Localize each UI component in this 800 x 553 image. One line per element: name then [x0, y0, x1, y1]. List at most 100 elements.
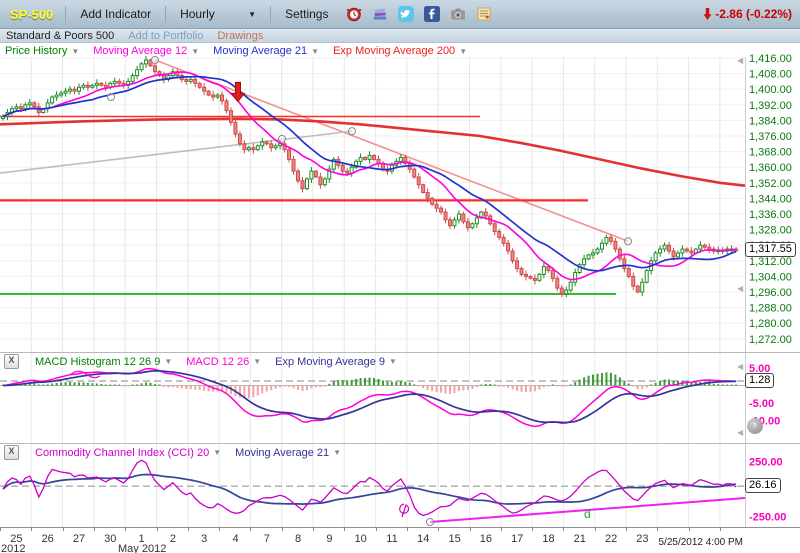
- legend-macd[interactable]: MACD 12 26▼: [186, 356, 261, 368]
- date-label: 23: [631, 533, 653, 545]
- toolbar-icons: [346, 6, 492, 22]
- chevron-down-icon: ▼: [333, 448, 341, 457]
- price-axis-label: 1,376.00: [749, 131, 792, 143]
- pane-splitter-icon[interactable]: ◀: [737, 284, 743, 293]
- chevron-down-icon: ▼: [311, 47, 319, 56]
- chevron-down-icon: ▼: [71, 47, 79, 56]
- add-to-portfolio-link[interactable]: Add to Portfolio: [128, 30, 203, 42]
- time-axis[interactable]: 2012 May 2012 5/25/2012 4:00 PM 25262730…: [0, 527, 800, 553]
- axis-tick: [376, 528, 377, 531]
- legend-cci[interactable]: Commodity Channel Index (CCI) 20▼: [35, 447, 221, 459]
- scroll-right-button[interactable]: ›: [747, 418, 763, 434]
- price-axis-label: 1,328.00: [749, 225, 792, 237]
- chevron-down-icon: ▼: [191, 47, 199, 56]
- axis-tick: [125, 528, 126, 531]
- axis-tick: [470, 528, 471, 531]
- price-axis-label: 1,408.00: [749, 69, 792, 81]
- library-icon[interactable]: [372, 6, 388, 22]
- price-axis-label: 1,392.00: [749, 100, 792, 112]
- axis-tick: [657, 528, 658, 531]
- charting-app: SP-500 Add Indicator Hourly ▼ Settings: [0, 0, 800, 553]
- cci-axis-label: 250.00: [749, 457, 783, 469]
- price-axis-label: 1,296.00: [749, 287, 792, 299]
- axis-tick: [407, 528, 408, 531]
- divider: [270, 6, 271, 22]
- drawing-handle: [108, 94, 115, 101]
- twitter-icon[interactable]: [398, 6, 414, 22]
- date-label: 4: [225, 533, 247, 545]
- axis-tick: [219, 528, 220, 531]
- axis-tick: [438, 528, 439, 531]
- camera-icon[interactable]: [450, 6, 466, 22]
- toolbar: SP-500 Add Indicator Hourly ▼ Settings: [0, 0, 800, 29]
- legend-price-history[interactable]: Price History▼: [5, 45, 79, 57]
- price-axis-label: 1,368.00: [749, 147, 792, 159]
- date-label: 9: [318, 533, 340, 545]
- price-axis-label: 1,352.00: [749, 178, 792, 190]
- price-pane-legend: Price History▼ Moving Average 12▼ Moving…: [5, 45, 467, 57]
- cci-pane-legend: X Commodity Channel Index (CCI) 20▼ Movi…: [4, 445, 341, 460]
- settings-button[interactable]: Settings: [279, 5, 334, 23]
- alarm-icon[interactable]: [346, 6, 362, 22]
- drawing-handle: [349, 128, 356, 135]
- legend-exp-moving-average-9[interactable]: Exp Moving Average 9▼: [275, 356, 397, 368]
- axis-tick: [0, 528, 1, 531]
- security-bar: Standard & Poors 500 Add to Portfolio Dr…: [0, 29, 800, 43]
- divider: [165, 6, 166, 22]
- divider: [65, 6, 66, 22]
- legend-macd-histogram[interactable]: MACD Histogram 12 26 9▼: [35, 356, 172, 368]
- pane-splitter-icon[interactable]: ◀: [737, 428, 743, 437]
- last-price-badge: 1,317.55: [745, 242, 796, 257]
- axis-tick: [344, 528, 345, 531]
- price-change: -2.86 (-0.22%): [703, 7, 794, 21]
- axis-tick: [282, 528, 283, 531]
- date-label: 22: [600, 533, 622, 545]
- axis-tick: [157, 528, 158, 531]
- price-axis-label: 1,360.00: [749, 162, 792, 174]
- cci-axis-label: -250.00: [749, 512, 786, 524]
- price-chart[interactable]: 1,416.001,408.001,400.001,392.001,384.00…: [0, 43, 800, 352]
- legend-exp-moving-average-200[interactable]: Exp Moving Average 200▼: [333, 45, 467, 57]
- notes-icon[interactable]: [476, 6, 492, 22]
- axis-tick: [720, 528, 721, 531]
- price-axis-label: 1,304.00: [749, 271, 792, 283]
- axis-tick: [532, 528, 533, 531]
- close-icon[interactable]: X: [4, 354, 19, 369]
- date-label: 14: [412, 533, 434, 545]
- legend-moving-average-21[interactable]: Moving Average 21▼: [213, 45, 319, 57]
- axis-tick: [31, 528, 32, 531]
- axis-tick: [501, 528, 502, 531]
- axis-tick: [63, 528, 64, 531]
- date-label: 21: [569, 533, 591, 545]
- change-value: -2.86 (-0.22%): [715, 7, 792, 21]
- facebook-icon[interactable]: [424, 6, 440, 22]
- symbol-label: SP-500: [6, 7, 57, 22]
- price-axis-label: 1,416.00: [749, 53, 792, 65]
- chevron-down-icon: ▼: [248, 10, 256, 19]
- drawing-handle: [279, 135, 286, 142]
- macd-value-badge: 1.28: [745, 373, 774, 388]
- date-label: 27: [68, 533, 90, 545]
- pane-splitter-icon[interactable]: ◀: [737, 56, 743, 65]
- axis-tick: [313, 528, 314, 531]
- date-label: 8: [287, 533, 309, 545]
- price-axis-label: 1,336.00: [749, 209, 792, 221]
- macd-pane-legend: X MACD Histogram 12 26 9▼ MACD 12 26▼ Ex…: [4, 354, 397, 369]
- add-indicator-button[interactable]: Add Indicator: [74, 5, 157, 23]
- drawing-handle: [625, 238, 632, 245]
- legend-cci-moving-average-21[interactable]: Moving Average 21▼: [235, 447, 341, 459]
- date-label: 10: [350, 533, 372, 545]
- close-icon[interactable]: X: [4, 445, 19, 460]
- period-dropdown[interactable]: Hourly ▼: [174, 5, 262, 23]
- annotation-d: d: [584, 507, 591, 521]
- drawing-handle: [152, 56, 159, 63]
- drawing-handle: [427, 519, 434, 526]
- legend-moving-average-12[interactable]: Moving Average 12▼: [93, 45, 199, 57]
- axis-tick: [563, 528, 564, 531]
- drawings-link[interactable]: Drawings: [217, 30, 263, 42]
- pane-splitter-icon[interactable]: ◀: [737, 362, 743, 371]
- security-name: Standard & Poors 500: [6, 30, 114, 42]
- axis-tick: [250, 528, 251, 531]
- date-label: 2: [162, 533, 184, 545]
- price-axis-label: 1,288.00: [749, 303, 792, 315]
